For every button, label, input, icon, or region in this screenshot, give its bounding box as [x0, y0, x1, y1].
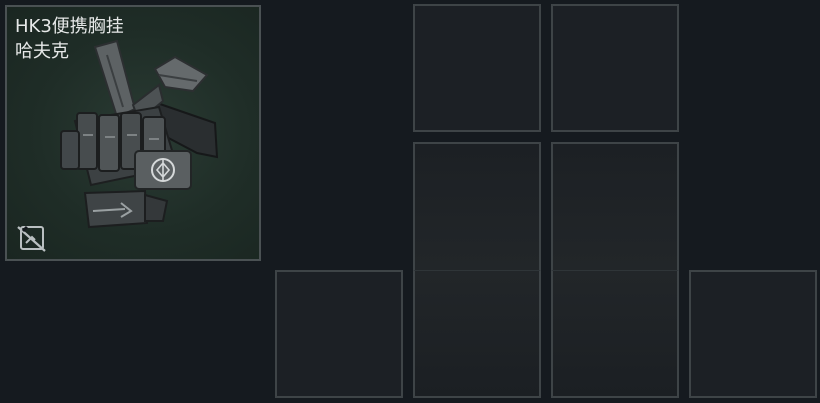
slot-bottom-3[interactable] — [551, 270, 679, 398]
slot-bottom-1[interactable] — [275, 270, 403, 398]
slot-top-left[interactable] — [413, 4, 541, 132]
no-trade-icon — [17, 225, 46, 252]
slot-bottom-4[interactable] — [689, 270, 817, 398]
slot-bottom-2[interactable] — [413, 270, 541, 398]
slot-middle-left[interactable] — [413, 142, 541, 270]
item-name: HK3便携胸挂 — [15, 16, 124, 37]
item-card[interactable]: HK3便携胸挂 哈夫克 — [5, 5, 261, 261]
slot-middle-right[interactable] — [551, 142, 679, 270]
chest-rig-icon — [60, 39, 219, 229]
slot-top-right[interactable] — [551, 4, 679, 132]
item-brand: 哈夫克 — [15, 41, 69, 62]
